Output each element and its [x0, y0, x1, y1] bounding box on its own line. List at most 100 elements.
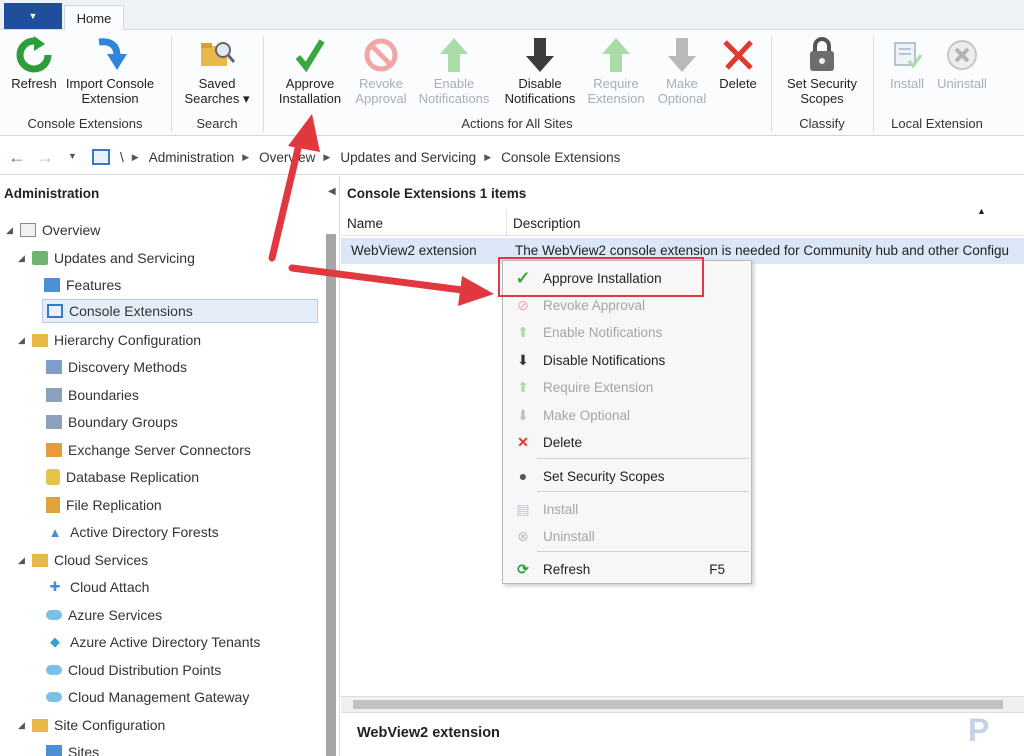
tree-item-site-configuration[interactable]: ◢ Site Configuration	[18, 713, 165, 737]
tree-item-cloud-management-gateway[interactable]: Cloud Management Gateway	[46, 685, 249, 709]
menu-separator	[537, 491, 749, 492]
sites-icon	[46, 745, 62, 756]
tree-item-cloud-distribution-points[interactable]: Cloud Distribution Points	[46, 658, 221, 682]
column-header-description[interactable]: Description	[513, 216, 581, 231]
app-menu-button[interactable]: ▼	[4, 3, 62, 29]
watermark-logo: P	[968, 712, 990, 748]
refresh-button[interactable]: Refresh	[8, 34, 60, 110]
enable-notifications-button[interactable]: Enable Notifications	[414, 34, 494, 110]
tree-item-cloud-attach[interactable]: ✚ Cloud Attach	[46, 575, 150, 599]
forward-arrow-icon[interactable]: →	[36, 147, 54, 168]
breadcrumb-overview[interactable]: Overview	[259, 150, 315, 165]
tree-item-azure-services[interactable]: Azure Services	[46, 603, 162, 627]
delete-x-icon: ✕	[517, 433, 529, 450]
shortcut-f5: F5	[709, 561, 725, 577]
file-icon	[46, 497, 60, 513]
refresh-icon	[16, 36, 52, 73]
expand-triangle-icon[interactable]: ◢	[18, 335, 32, 346]
horizontal-scrollbar[interactable]	[341, 696, 1024, 712]
tree-item-exchange-server-connectors[interactable]: Exchange Server Connectors	[46, 438, 251, 462]
breadcrumb-updates-and-servicing[interactable]: Updates and Servicing	[340, 150, 476, 165]
tree-item-azure-active-directory-tenants[interactable]: ◆ Azure Active Directory Tenants	[46, 630, 260, 654]
menu-item-require-extension[interactable]: ⬆ Require Extension	[507, 375, 749, 399]
menu-item-refresh[interactable]: ⟳ Refresh F5	[507, 557, 749, 581]
expand-triangle-icon[interactable]: ◢	[6, 225, 20, 236]
tree-item-console-extensions[interactable]: Console Extensions	[42, 299, 318, 323]
chevron-right-icon[interactable]: ▶	[484, 152, 491, 163]
tree-item-features[interactable]: Features	[44, 273, 121, 297]
tree-item-sites[interactable]: Sites	[46, 740, 99, 756]
menu-separator	[537, 458, 749, 459]
nav-scrollbar[interactable]	[326, 234, 336, 756]
cloud-icon	[46, 610, 62, 620]
chevron-right-icon[interactable]: ▶	[242, 152, 249, 163]
checkmark-icon	[295, 39, 325, 73]
uninstall-button[interactable]: Uninstall	[932, 34, 992, 110]
chevron-right-icon[interactable]: ▶	[323, 152, 330, 163]
menu-item-make-optional[interactable]: ⬇ Make Optional	[507, 403, 749, 427]
require-extension-button[interactable]: Require Extension	[586, 34, 646, 110]
menu-item-install[interactable]: ▤ Install	[507, 497, 749, 521]
install-button[interactable]: Install	[884, 34, 930, 110]
group-search: Search	[196, 116, 238, 131]
breadcrumb: \ ▶ Administration ▶ Overview ▶ Updates …	[92, 145, 1022, 169]
approve-installation-button[interactable]: Approve Installation	[272, 34, 348, 110]
download-arrow-icon	[98, 38, 127, 70]
revoke-approval-button[interactable]: Revoke Approval	[350, 34, 412, 110]
tree-item-hierarchy-configuration[interactable]: ◢ Hierarchy Configuration	[18, 328, 201, 352]
forest-icon: ▲	[48, 524, 62, 540]
column-divider[interactable]	[506, 210, 507, 236]
menu-item-enable-notifications[interactable]: ⬆ Enable Notifications	[507, 320, 749, 344]
menu-item-set-security-scopes[interactable]: ● Set Security Scopes	[507, 464, 749, 488]
disable-notifications-button[interactable]: Disable Notifications	[500, 34, 580, 110]
boundary-icon	[46, 388, 62, 402]
tree-item-discovery-methods[interactable]: Discovery Methods	[46, 355, 187, 379]
column-headers: Name Description ▲	[341, 206, 1024, 236]
group-actions-for-all-sites: Actions for All Sites	[461, 116, 573, 131]
menu-item-approve-installation[interactable]: ✓ Approve Installation	[507, 266, 749, 290]
set-security-scopes-button[interactable]: Set Security Scopes	[780, 34, 864, 110]
lock-icon	[810, 37, 834, 71]
menu-item-revoke-approval[interactable]: ⊘ Revoke Approval	[507, 293, 749, 317]
tree-item-overview[interactable]: ◢ Overview	[6, 218, 100, 242]
tree-item-active-directory-forests[interactable]: ▲ Active Directory Forests	[46, 520, 219, 544]
import-console-extension-button[interactable]: Import Console Extension	[62, 34, 158, 110]
expand-triangle-icon[interactable]: ◢	[18, 720, 32, 731]
breadcrumb-root[interactable]: \	[120, 150, 124, 165]
breadcrumb-console-extensions[interactable]: Console Extensions	[501, 150, 620, 165]
folder-icon	[32, 333, 48, 347]
group-classify: Classify	[799, 116, 845, 131]
lock-icon: ●	[518, 468, 528, 484]
delete-button[interactable]: Delete	[714, 34, 762, 110]
tab-home[interactable]: Home	[64, 5, 124, 31]
ribbon: Refresh Import Console Extension Console…	[0, 30, 1024, 136]
make-optional-button[interactable]: Make Optional	[652, 34, 712, 110]
checkmark-icon: ✓	[515, 267, 531, 288]
database-icon	[46, 469, 60, 485]
menu-item-delete[interactable]: ✕ Delete	[507, 430, 749, 454]
uninstall-icon: ⊗	[517, 527, 529, 544]
saved-searches-button[interactable]: Saved Searches ▾	[182, 34, 252, 110]
chevron-right-icon[interactable]: ▶	[132, 152, 139, 163]
expand-triangle-icon[interactable]: ◢	[18, 253, 32, 264]
expand-triangle-icon[interactable]: ◢	[18, 555, 32, 566]
row-description: The WebView2 console extension is needed…	[515, 243, 1010, 258]
tree-item-updates-and-servicing[interactable]: ◢ Updates and Servicing	[18, 246, 195, 270]
menu-item-disable-notifications[interactable]: ⬇ Disable Notifications	[507, 348, 749, 372]
breadcrumb-administration[interactable]: Administration	[149, 150, 235, 165]
menu-item-uninstall[interactable]: ⊗ Uninstall	[507, 524, 749, 548]
tree-item-cloud-services[interactable]: ◢ Cloud Services	[18, 548, 148, 572]
tree-item-file-replication[interactable]: File Replication	[46, 493, 162, 517]
tree-item-boundary-groups[interactable]: Boundary Groups	[46, 410, 178, 434]
features-icon	[44, 278, 60, 292]
arrow-down-icon	[668, 38, 696, 72]
group-console-extensions: Console Extensions	[27, 116, 143, 131]
scrollbar-thumb[interactable]	[353, 700, 1003, 709]
back-arrow-icon[interactable]: ←	[8, 147, 26, 168]
updates-icon	[32, 251, 48, 265]
column-header-name[interactable]: Name	[347, 216, 383, 231]
tree-item-database-replication[interactable]: Database Replication	[46, 465, 199, 489]
history-dropdown-icon[interactable]: ▼	[68, 151, 77, 161]
collapse-pane-icon[interactable]: ◀	[328, 186, 336, 197]
tree-item-boundaries[interactable]: Boundaries	[46, 383, 139, 407]
